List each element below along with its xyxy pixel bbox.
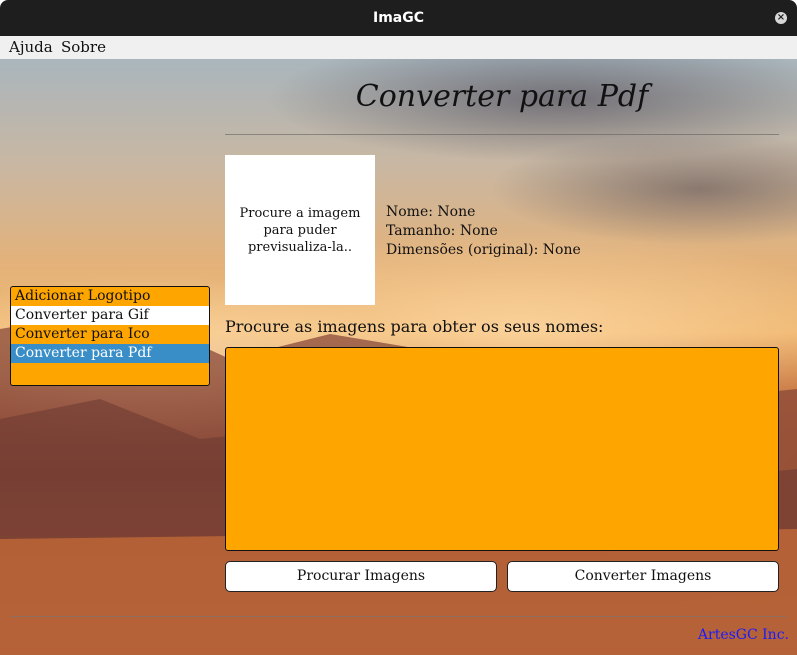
divider: [225, 134, 779, 135]
image-info: Nome: None Tamanho: None Dimensões (orig…: [386, 203, 581, 260]
background-image: Converter para Pdf Procure a imagem para…: [0, 59, 797, 655]
menu-bar: Ajuda Sobre: [0, 36, 797, 59]
sidebar-item-converter-pdf[interactable]: Converter para Pdf: [11, 344, 209, 363]
footer-divider: [10, 616, 787, 617]
sidebar-item-converter-gif[interactable]: Converter para Gif: [11, 306, 209, 325]
info-name: Nome: None: [386, 204, 476, 220]
preview-placeholder: Procure a imagem para puder previsualiza…: [239, 205, 361, 255]
title-bar: ImaGC ×: [0, 0, 797, 36]
file-list-label: Procure as imagens para obter os seus no…: [225, 317, 604, 336]
info-dimensions: Dimensões (original): None: [386, 242, 581, 258]
sidebar-item-adicionar-logotipo[interactable]: Adicionar Logotipo: [11, 287, 209, 306]
page-title: Converter para Pdf: [355, 79, 649, 114]
menu-sobre[interactable]: Sobre: [61, 38, 106, 56]
close-icon[interactable]: ×: [775, 12, 787, 24]
sidebar-item-converter-ico[interactable]: Converter para Ico: [11, 325, 209, 344]
sidebar-list[interactable]: Adicionar Logotipo Converter para Gif Co…: [10, 286, 210, 386]
footer-credit[interactable]: ArtesGC Inc.: [698, 627, 789, 643]
menu-ajuda[interactable]: Ajuda: [9, 38, 53, 56]
file-list[interactable]: [225, 347, 779, 551]
window-title: ImaGC: [372, 10, 424, 26]
image-preview: Procure a imagem para puder previsualiza…: [225, 155, 375, 305]
browse-images-button[interactable]: Procurar Imagens: [225, 561, 497, 592]
info-size: Tamanho: None: [386, 223, 498, 239]
convert-images-button[interactable]: Converter Imagens: [507, 561, 779, 592]
